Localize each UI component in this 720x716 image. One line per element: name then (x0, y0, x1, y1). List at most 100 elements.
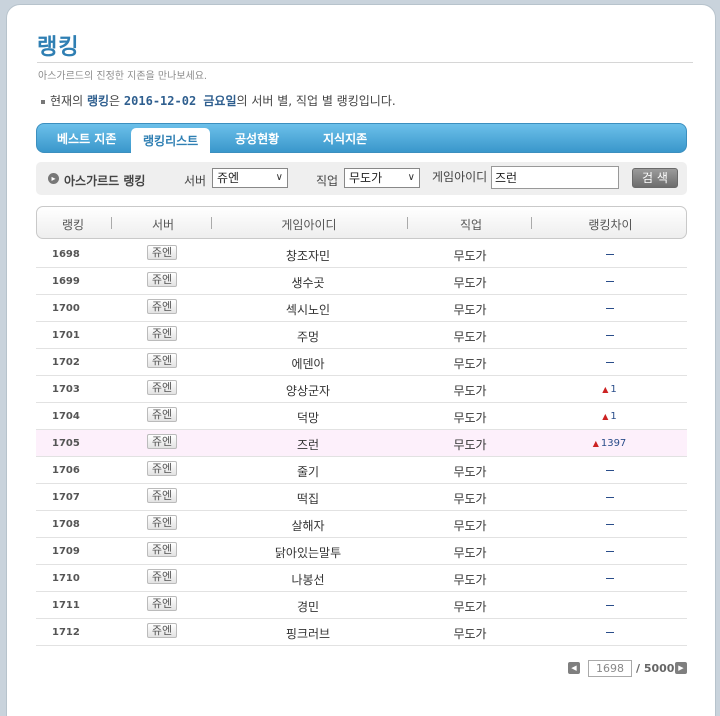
job-cell: 무도가 (453, 330, 487, 344)
ranking-table-body: 1698 쥬엔 창조자민 무도가 1699 쥬엔 생수곳 무도가 1700 쥬엔 섹시노인 무도가 17… (36, 241, 687, 646)
job-cell: 무도가 (453, 465, 487, 479)
table-row: 1710 쥬엔 나봉선 무도가 (36, 565, 687, 592)
game-id-cell: 나봉선 (291, 573, 325, 587)
rank-diff-cell: ▲ 1 (532, 384, 687, 395)
header-server: 서버 (151, 218, 175, 232)
game-id-cell: 덕망 (296, 411, 320, 425)
server-cell: 쥬엔 (144, 569, 180, 584)
header-rank: 랭킹 (61, 218, 85, 232)
server-badge: 쥬엔 (146, 434, 178, 449)
job-select-value: 무도가 (349, 171, 383, 185)
header-divider (111, 217, 112, 229)
table-header: 랭킹 서버 게임아이디 직업 랭킹차이 (36, 206, 687, 239)
rank-cell: 1710 (52, 573, 80, 584)
no-change-dash (605, 253, 614, 255)
game-id-cell: 핑크러브 (285, 627, 331, 641)
game-id-cell: 양상군자 (285, 384, 331, 398)
rank-diff-value: 1397 (600, 438, 627, 449)
job-cell: 무도가 (453, 384, 487, 398)
server-badge: 쥬엔 (146, 461, 178, 476)
intro-mid: 은 (109, 94, 121, 108)
job-select[interactable]: 무도가 ∨ (344, 168, 420, 188)
server-cell: 쥬엔 (144, 272, 180, 287)
table-row: 1705 쥬엔 즈런 무도가 ▲ 1397 (36, 430, 687, 457)
server-badge: 쥬엔 (146, 596, 178, 611)
ranking-intro: 현재의 랭킹은 2016-12-02 금요일의 서버 별, 직업 별 랭킹입니다… (41, 92, 396, 109)
rank-diff-cell (532, 546, 687, 557)
rank-cell: 1700 (52, 303, 80, 314)
table-row: 1706 쥬엔 줄기 무도가 (36, 457, 687, 484)
search-button[interactable]: 검 색 (632, 168, 678, 188)
no-change-dash (605, 469, 614, 471)
rank-cell: 1708 (52, 519, 80, 530)
game-id-cell: 에덴아 (291, 357, 325, 371)
rank-cell: 1702 (52, 357, 80, 368)
game-id-cell: 떡집 (296, 492, 320, 506)
server-cell: 쥬엔 (144, 623, 180, 638)
rank-cell: 1712 (52, 627, 80, 638)
up-arrow-icon: ▲ (592, 439, 599, 448)
server-badge: 쥬엔 (146, 245, 178, 260)
page-subtitle: 아스가르드의 진정한 지존을 만나보세요. (38, 71, 208, 82)
server-cell: 쥬엔 (144, 596, 180, 611)
rank-cell: 1703 (52, 384, 80, 395)
prev-page-icon[interactable]: ◀ (568, 662, 580, 674)
job-cell: 무도가 (453, 600, 487, 614)
up-arrow-icon: ▲ (602, 385, 609, 394)
tab-siege-status[interactable]: 공성현황 (235, 130, 279, 147)
rank-cell: 1698 (52, 249, 80, 260)
no-change-dash (605, 604, 614, 606)
job-cell: 무도가 (453, 546, 487, 560)
job-cell: 무도가 (453, 519, 487, 533)
server-cell: 쥬엔 (144, 515, 180, 530)
server-badge: 쥬엔 (146, 542, 178, 557)
job-cell: 무도가 (453, 276, 487, 290)
job-cell: 무도가 (453, 411, 487, 425)
title-divider (37, 62, 693, 63)
intro-bold: 랭킹 (86, 94, 110, 108)
server-cell: 쥬엔 (144, 353, 180, 368)
no-change-dash (605, 334, 614, 336)
rank-diff-cell (532, 600, 687, 611)
rank-cell: 1701 (52, 330, 80, 341)
job-cell: 무도가 (453, 438, 487, 452)
rank-diff-cell (532, 330, 687, 341)
tab-knowledge[interactable]: 지식지존 (323, 130, 367, 147)
game-id-input[interactable] (491, 166, 619, 189)
server-cell: 쥬엔 (144, 380, 180, 395)
rank-diff-cell (532, 492, 687, 503)
rank-cell: 1704 (52, 411, 80, 422)
server-badge: 쥬엔 (146, 488, 178, 503)
rank-cell: 1699 (52, 276, 80, 287)
next-page-icon[interactable]: ▶ (675, 662, 687, 674)
table-row: 1702 쥬엔 에덴아 무도가 (36, 349, 687, 376)
game-id-cell: 닭아있는말투 (274, 546, 342, 560)
rank-diff-cell (532, 519, 687, 530)
server-cell: 쥬엔 (144, 434, 180, 449)
server-cell: 쥬엔 (144, 488, 180, 503)
game-id-cell: 창조자민 (285, 249, 331, 263)
chevron-down-icon: ∨ (407, 172, 415, 183)
table-row: 1712 쥬엔 핑크러브 무도가 (36, 619, 687, 646)
table-row: 1709 쥬엔 닭아있는말투 무도가 (36, 538, 687, 565)
server-badge: 쥬엔 (146, 380, 178, 395)
game-id-cell: 섹시노인 (285, 303, 331, 317)
game-id-cell: 살해자 (291, 519, 325, 533)
rank-cell: 1709 (52, 546, 80, 557)
table-row: 1699 쥬엔 생수곳 무도가 (36, 268, 687, 295)
intro-date: 2016-12-02 금요일 (123, 94, 237, 108)
job-cell: 무도가 (453, 627, 487, 641)
server-cell: 쥬엔 (144, 299, 180, 314)
server-label: 서버 (184, 174, 207, 188)
table-row: 1711 쥬엔 경민 무도가 (36, 592, 687, 619)
tab-best[interactable]: 베스트 지존 (57, 130, 116, 147)
no-change-dash (605, 577, 614, 579)
server-badge: 쥬엔 (146, 299, 178, 314)
table-row: 1701 쥬엔 주멍 무도가 (36, 322, 687, 349)
rank-diff-cell (532, 465, 687, 476)
rank-cell: 1705 (52, 438, 80, 449)
page-number-input[interactable]: 1698 (588, 660, 632, 677)
server-select-value: 쥬엔 (217, 171, 240, 185)
server-select[interactable]: 쥬엔 ∨ (212, 168, 288, 188)
tab-ranking-list[interactable]: 랭킹리스트 (131, 128, 211, 155)
